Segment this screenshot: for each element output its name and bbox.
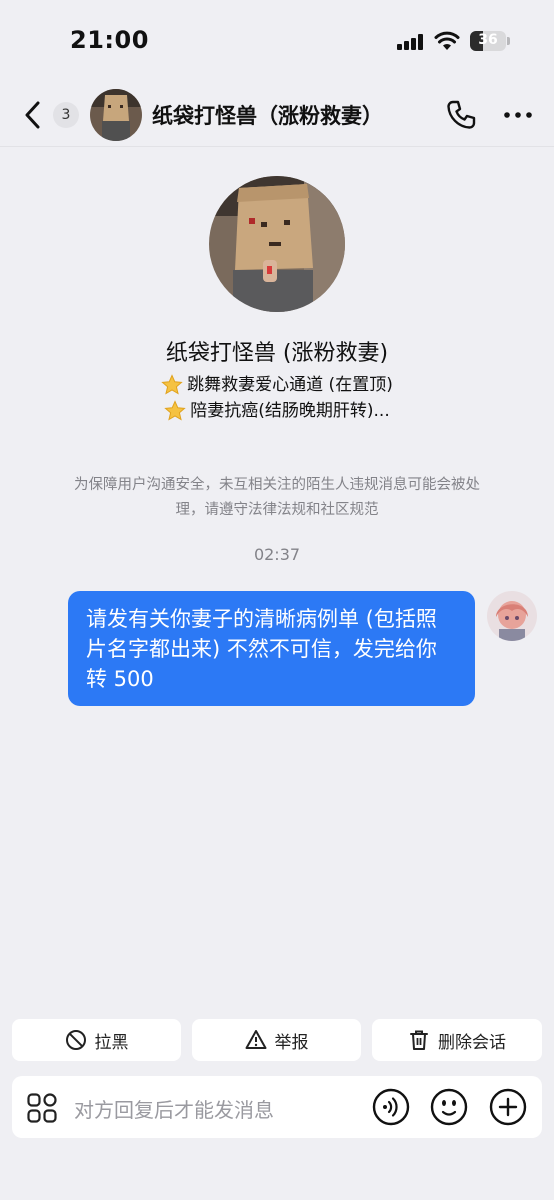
bio-text: 陪妻抗癌(结肠晚期肝转)... (190, 401, 390, 421)
bio-line: 跳舞救妻爱心通道 (在置顶) (0, 372, 554, 398)
chevron-left-icon[interactable] (18, 98, 48, 132)
safety-notice: 为保障用户沟通安全，未互相关注的陌生人违规消息可能会被处理，请遵守法律法规和社区… (74, 477, 480, 518)
message-input[interactable]: 对方回复后才能发消息 (74, 1094, 274, 1123)
profile-avatar[interactable] (209, 176, 345, 312)
star-icon (161, 374, 183, 395)
action-bar: 拉黑 举报 删除会话 (0, 1019, 554, 1061)
bio-line: 陪妻抗癌(结肠晚期肝转)... (0, 398, 554, 424)
signal-icon (397, 34, 423, 50)
status-time: 21:00 (70, 26, 149, 54)
battery-level: 36 (478, 32, 498, 48)
anime-avatar-icon (487, 591, 537, 641)
avatar[interactable] (90, 89, 142, 141)
apps-grid-icon[interactable] (26, 1092, 58, 1124)
voice-icon[interactable] (372, 1088, 410, 1126)
status-bar: 21:00 36 (0, 0, 554, 84)
profile-name: 纸袋打怪兽 (涨粉救妻) (165, 341, 389, 366)
delete-chat-button[interactable]: 删除会话 (372, 1019, 542, 1061)
paper-bag-avatar-icon (209, 176, 345, 312)
wifi-icon (434, 31, 460, 50)
message-input-bar: 对方回复后才能发消息 (12, 1076, 542, 1138)
plus-icon[interactable] (489, 1088, 527, 1126)
avatar[interactable] (487, 591, 537, 641)
paper-bag-avatar-icon (90, 89, 142, 141)
more-dots-icon[interactable] (502, 104, 534, 126)
battery-icon: 36 (470, 31, 506, 51)
trash-icon (410, 1030, 428, 1050)
warning-icon (245, 1030, 266, 1049)
bio-text: 跳舞救妻爱心通道 (在置顶) (187, 375, 393, 395)
star-icon (164, 400, 186, 421)
battery-cap (507, 37, 510, 45)
report-button[interactable]: 举报 (192, 1019, 361, 1061)
report-label: 举报 (274, 1032, 309, 1053)
delete-chat-label: 删除会话 (438, 1032, 506, 1053)
block-icon (65, 1030, 86, 1050)
unread-badge: 3 (53, 102, 79, 128)
block-button[interactable]: 拉黑 (12, 1019, 181, 1061)
block-label: 拉黑 (94, 1032, 129, 1053)
message-timestamp: 02:37 (253, 545, 301, 564)
chat-title: 纸袋打怪兽（涨粉救妻） (152, 104, 383, 128)
message-bubble[interactable]: 请发有关你妻子的清晰病例单 (包括照片名字都出来) 不然不可信，发完给你转 50… (68, 591, 475, 706)
phone-icon[interactable] (444, 98, 478, 132)
chat-header: 3 纸袋打怪兽（涨粉救妻） (0, 84, 554, 147)
emoji-icon[interactable] (430, 1088, 468, 1126)
profile-bio: 跳舞救妻爱心通道 (在置顶) 陪妻抗癌(结肠晚期肝转)... (0, 372, 554, 424)
